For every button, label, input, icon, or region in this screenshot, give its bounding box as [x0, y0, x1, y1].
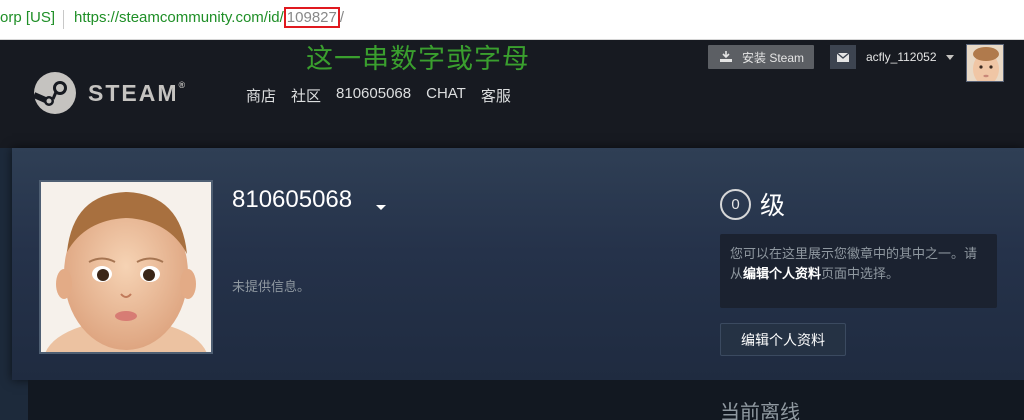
level-label: 级: [760, 192, 786, 220]
download-steam-icon: [718, 51, 734, 63]
header-avatar[interactable]: [966, 44, 1004, 82]
nav-chat[interactable]: CHAT: [426, 85, 466, 106]
profile-content-panel: [28, 380, 1024, 420]
level-badge[interactable]: 0: [720, 189, 751, 220]
online-status: 当前离线: [720, 402, 800, 420]
profile-summary: 未提供信息。: [232, 279, 311, 294]
browser-url-bar[interactable]: orp [US] https://steamcommunity.com/id/1…: [0, 0, 1024, 40]
nav-support[interactable]: 客服: [481, 85, 511, 106]
profile-avatar[interactable]: [39, 180, 213, 354]
profile-name[interactable]: 810605068: [232, 186, 352, 214]
registered-mark: ®: [178, 80, 188, 90]
url-base: https://steamcommunity.com/id/: [74, 9, 284, 26]
page: { "browser": { "ev_label": "orp [US]", "…: [0, 0, 1024, 420]
url-tail: /: [339, 9, 345, 26]
nav-profile[interactable]: 810605068: [336, 85, 411, 106]
notifications-button[interactable]: [830, 45, 856, 69]
main-nav: 商店 社区 810605068 CHAT 客服: [246, 85, 511, 106]
steam-logo-text[interactable]: STEAM®: [88, 80, 187, 107]
install-steam-button[interactable]: 安装 Steam: [708, 45, 814, 69]
badge-hint-text-2: 页面中选择。: [821, 266, 900, 281]
url-id-highlight: 109827: [283, 7, 340, 28]
envelope-icon: [837, 52, 849, 62]
annotation-text: 这一串数字或字母: [306, 44, 530, 75]
ev-certificate-label[interactable]: orp [US]: [0, 9, 55, 26]
nav-store[interactable]: 商店: [246, 85, 276, 106]
name-history-caret-icon[interactable]: [376, 205, 386, 210]
nav-community[interactable]: 社区: [291, 85, 321, 106]
featured-badge-placeholder: 您可以在这里展示您徽章中的其中之一。请从编辑个人资料页面中选择。: [720, 234, 997, 308]
account-username[interactable]: acfly_112052: [866, 50, 937, 64]
steam-header: STEAM® 商店 社区 810605068 CHAT 客服 这一串数字或字母 …: [0, 40, 1024, 148]
dropdown-caret-icon[interactable]: [946, 55, 954, 60]
url-text[interactable]: https://steamcommunity.com/id/109827/: [74, 7, 345, 28]
install-steam-label: 安装 Steam: [742, 50, 805, 65]
url-separator: [63, 10, 64, 29]
steam-logo-icon[interactable]: [32, 72, 76, 114]
edit-profile-button[interactable]: 编辑个人资料: [720, 323, 846, 356]
badge-edit-link[interactable]: 编辑个人资料: [743, 266, 821, 281]
